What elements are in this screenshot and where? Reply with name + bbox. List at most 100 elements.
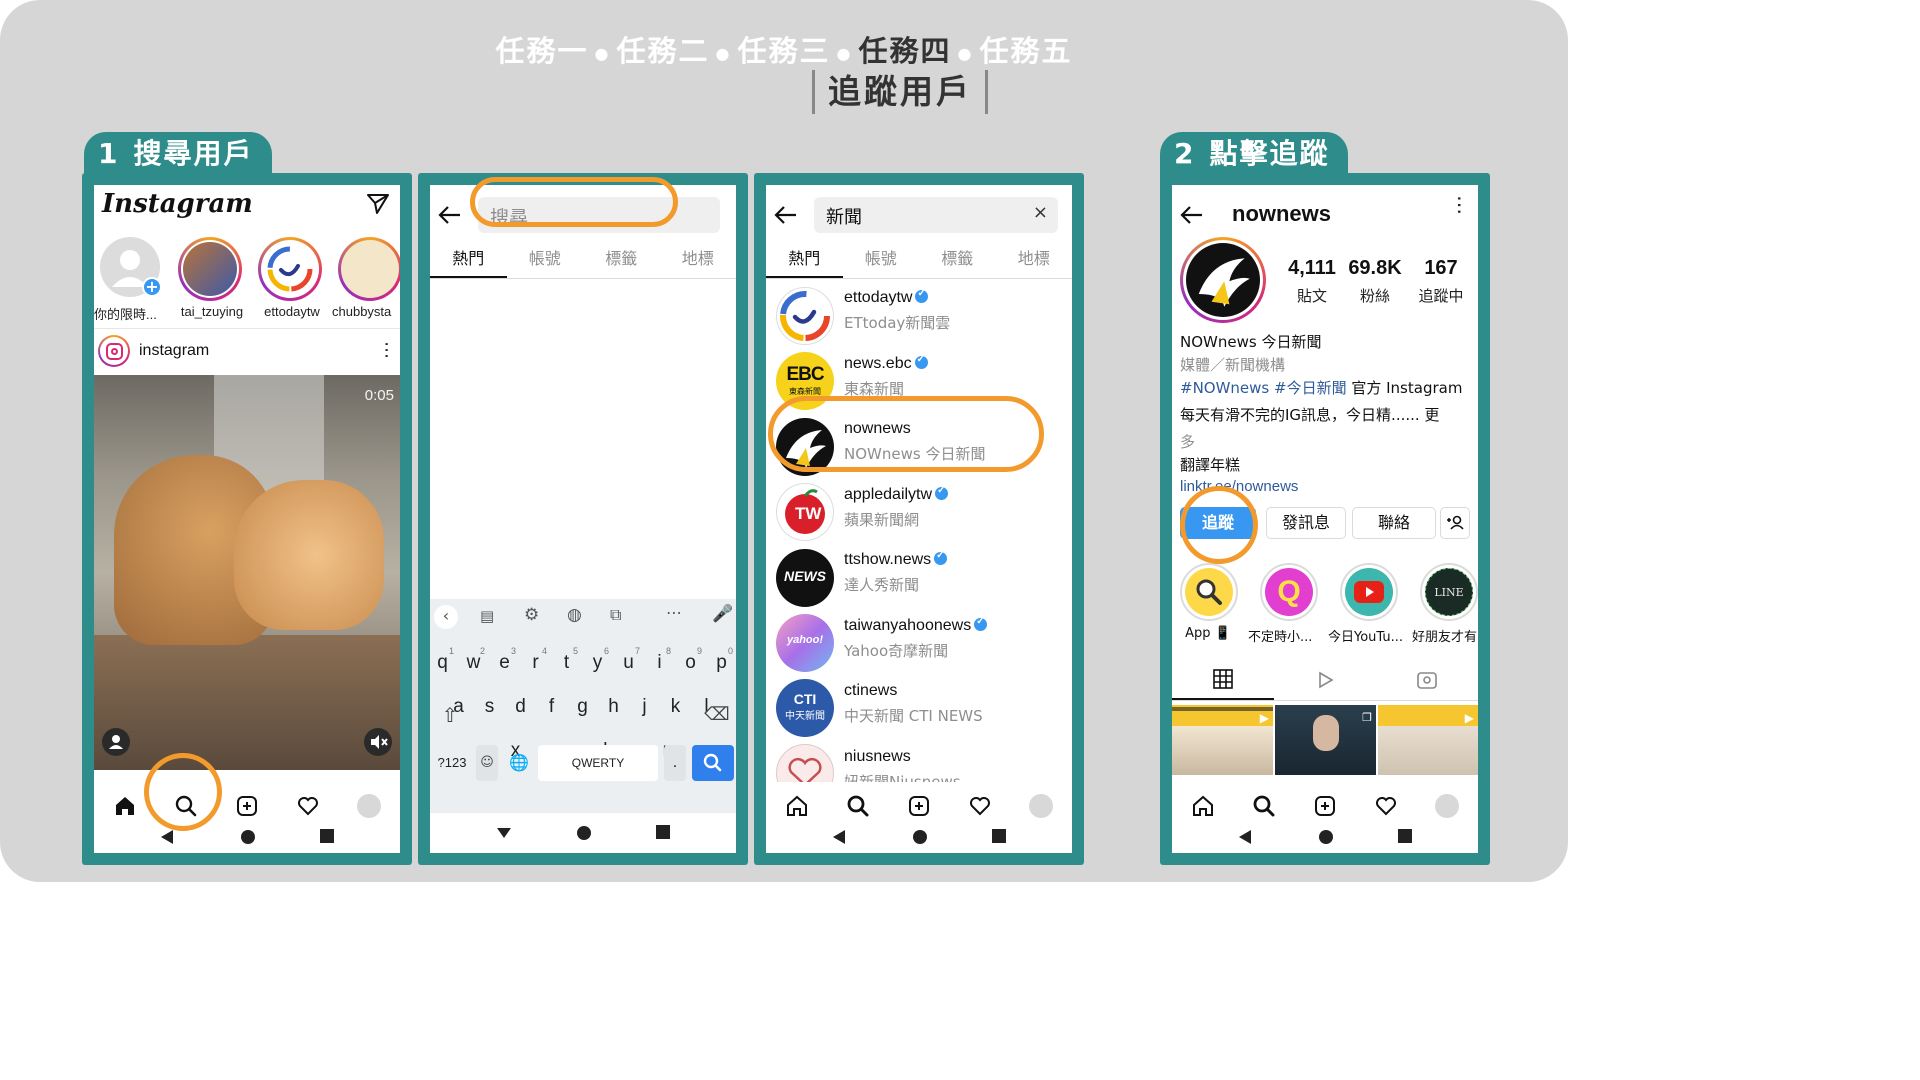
tab-places[interactable]: 地標	[660, 241, 737, 278]
key-u[interactable]: u7	[616, 645, 641, 681]
nav-recents-icon[interactable]	[1398, 829, 1412, 843]
post-thumbnail-2[interactable]: ❐	[1275, 705, 1376, 775]
kb-space-key[interactable]: QWERTY	[538, 745, 658, 781]
back-arrow-icon[interactable]	[438, 205, 462, 225]
key-s[interactable]: s	[477, 689, 502, 725]
home-icon[interactable]	[112, 793, 138, 819]
grid-tab-icon[interactable]	[1172, 659, 1274, 700]
key-t[interactable]: t5	[554, 645, 579, 681]
key-i[interactable]: i8	[647, 645, 672, 681]
search-field[interactable]: 新聞 ×	[814, 197, 1058, 233]
kb-mic-icon[interactable]: 🎤	[712, 604, 733, 624]
nav-recents-icon[interactable]	[992, 829, 1006, 843]
tab-tags[interactable]: 標籤	[583, 241, 660, 278]
stat-posts-label[interactable]: 貼文	[1280, 285, 1344, 306]
message-button[interactable]: 發訊息	[1266, 507, 1346, 539]
search-icon[interactable]	[1251, 793, 1277, 819]
result-handle[interactable]: appledailytw	[844, 485, 949, 504]
tab-accounts[interactable]: 帳號	[507, 241, 584, 278]
nav-back-icon[interactable]	[832, 829, 846, 845]
bio-more-link[interactable]: 多	[1180, 431, 1195, 452]
avatar-ctinews[interactable]: CTI 中天新聞	[776, 679, 834, 737]
kb-period-key[interactable]: .	[664, 745, 686, 781]
story-tai-tzuying[interactable]	[178, 237, 242, 301]
nav-home-icon[interactable]	[240, 829, 256, 845]
nav-back-icon[interactable]	[1238, 829, 1252, 845]
avatar-yahoo[interactable]: yahoo!	[776, 614, 834, 672]
story-ettodaytw[interactable]	[258, 237, 322, 301]
result-handle[interactable]: taiwanyahoonews	[844, 616, 988, 635]
home-icon[interactable]	[784, 793, 810, 819]
key-w[interactable]: w2	[461, 645, 486, 681]
key-j[interactable]: j	[632, 689, 657, 725]
post-more-icon[interactable]: ⋯	[376, 341, 397, 359]
key-k[interactable]: k	[663, 689, 688, 725]
stat-following-label[interactable]: 追蹤中	[1408, 285, 1474, 306]
stat-followers-label[interactable]: 粉絲	[1342, 285, 1408, 306]
your-story-avatar[interactable]: +	[100, 237, 162, 297]
key-r[interactable]: r4	[523, 645, 548, 681]
key-f[interactable]: f	[539, 689, 564, 725]
search-icon[interactable]	[845, 793, 871, 819]
activity-heart-icon[interactable]	[295, 793, 321, 819]
kb-more-icon[interactable]: ⋯	[666, 603, 682, 622]
result-handle[interactable]: ctinews	[844, 682, 897, 700]
nav-home-icon[interactable]	[1318, 829, 1334, 845]
avatar-ttshow[interactable]: NEWS	[776, 549, 834, 607]
tab-top[interactable]: 熱門	[430, 241, 507, 278]
activity-heart-icon[interactable]	[967, 793, 993, 819]
post-username[interactable]: instagram	[139, 342, 209, 360]
result-handle[interactable]: ettodaytw	[844, 288, 929, 307]
highlight-line[interactable]: LINE	[1420, 563, 1478, 621]
post-thumbnail-3[interactable]: ▶	[1378, 705, 1478, 775]
mute-icon[interactable]	[364, 728, 392, 756]
nav-recents-icon[interactable]	[656, 825, 670, 839]
story-chubbysta[interactable]	[338, 237, 400, 301]
kb-theme-icon[interactable]: ◍	[567, 605, 582, 625]
profile-avatar[interactable]	[1180, 237, 1266, 323]
profile-avatar-icon[interactable]	[356, 793, 382, 819]
kb-search-key[interactable]	[692, 745, 734, 781]
kb-language-icon[interactable]: 🌐	[504, 745, 534, 781]
back-arrow-icon[interactable]	[774, 205, 798, 225]
tab-places[interactable]: 地標	[996, 241, 1073, 278]
new-post-icon[interactable]	[234, 793, 260, 819]
post-thumbnail-1[interactable]: ▶	[1172, 705, 1273, 775]
profile-avatar-icon[interactable]	[1434, 793, 1460, 819]
key-q[interactable]: q1	[430, 645, 455, 681]
profile-menu-icon[interactable]: ⋯	[1448, 195, 1472, 215]
clear-search-icon[interactable]: ×	[1033, 202, 1048, 223]
post-avatar[interactable]	[98, 335, 130, 367]
key-h[interactable]: h	[601, 689, 626, 725]
bio-hashtags[interactable]: #NOWnews #今日新聞	[1180, 379, 1347, 397]
result-handle[interactable]: ttshow.news	[844, 550, 948, 569]
post-video[interactable]: 0:05	[94, 375, 400, 770]
activity-heart-icon[interactable]	[1373, 793, 1399, 819]
nav-back-icon[interactable]	[160, 829, 174, 845]
key-e[interactable]: e3	[492, 645, 517, 681]
nav-home-icon[interactable]	[912, 829, 928, 845]
kb-resize-icon[interactable]: ⧉	[610, 605, 621, 625]
key-g[interactable]: g	[570, 689, 595, 725]
kb-clipboard-icon[interactable]: ▤	[480, 607, 494, 625]
key-d[interactable]: d	[508, 689, 533, 725]
profile-avatar-icon[interactable]	[1028, 793, 1054, 819]
avatar-appledailytw[interactable]: TW	[776, 483, 834, 541]
suggested-users-button[interactable]	[1440, 507, 1470, 539]
avatar-ettodaytw[interactable]	[776, 287, 834, 345]
highlight-updates[interactable]: Q	[1260, 563, 1318, 621]
key-o[interactable]: o9	[678, 645, 703, 681]
add-story-icon[interactable]: +	[142, 277, 162, 297]
kb-settings-icon[interactable]: ⚙	[524, 605, 539, 625]
nav-recents-icon[interactable]	[320, 829, 334, 843]
kb-backspace-key[interactable]: ⌫	[700, 697, 734, 733]
key-y[interactable]: y6	[585, 645, 610, 681]
tab-top[interactable]: 熱門	[766, 241, 843, 278]
tagged-user-icon[interactable]	[102, 728, 130, 756]
new-post-icon[interactable]	[1312, 793, 1338, 819]
highlight-app[interactable]	[1180, 563, 1238, 621]
direct-message-icon[interactable]	[366, 193, 390, 219]
reels-tab-icon[interactable]	[1274, 659, 1376, 700]
result-handle[interactable]: niusnews	[844, 748, 911, 766]
key-p[interactable]: p0	[709, 645, 734, 681]
